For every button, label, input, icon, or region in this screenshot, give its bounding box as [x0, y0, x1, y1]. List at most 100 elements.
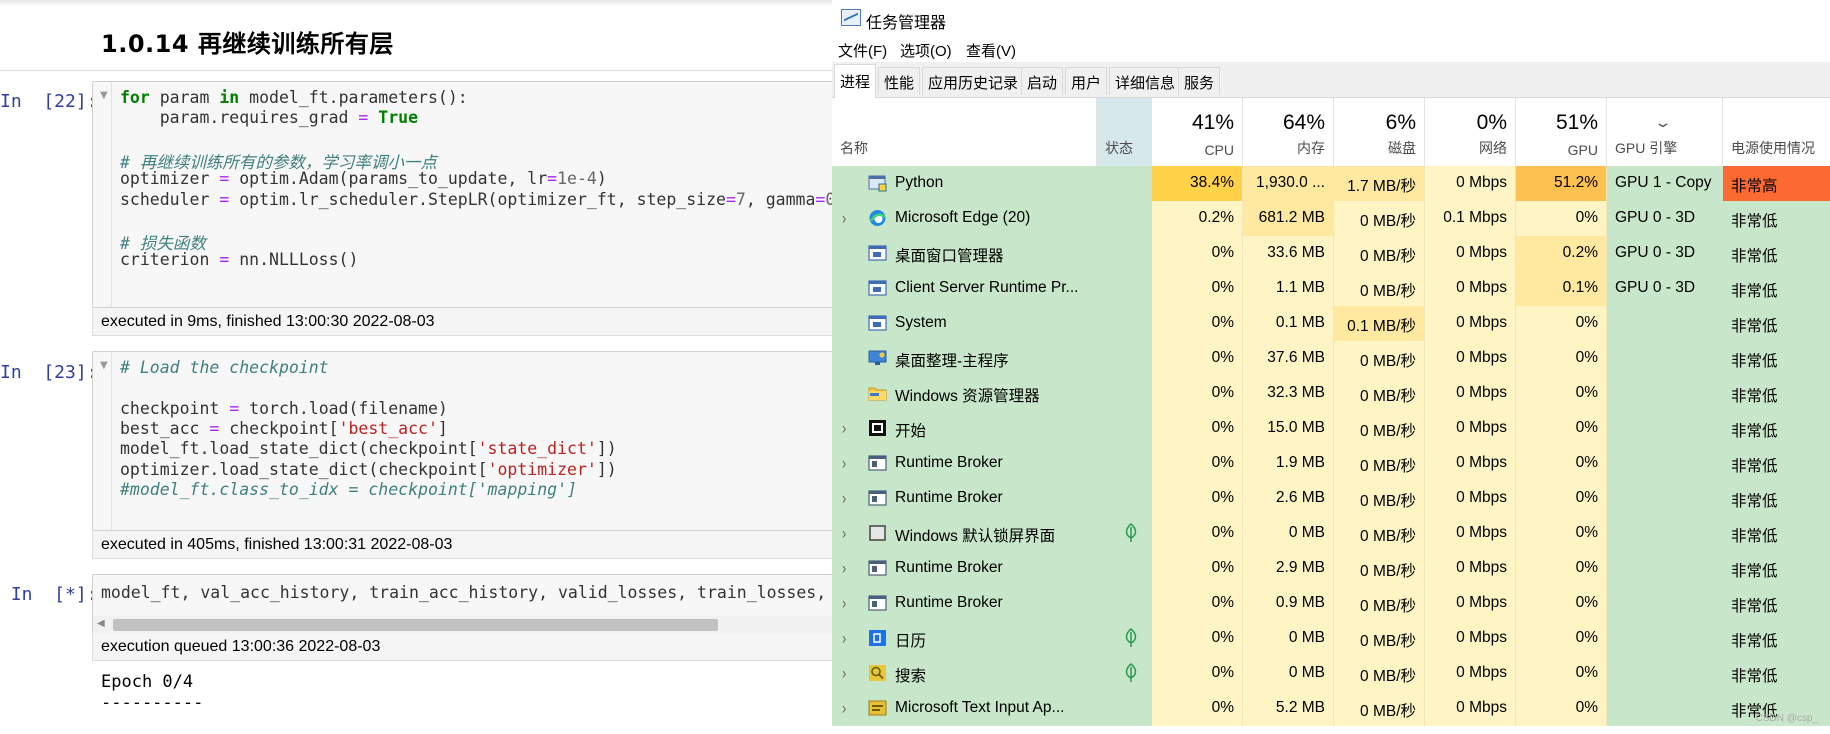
- column-status[interactable]: 状态: [1097, 98, 1152, 166]
- text-input-icon: [868, 699, 887, 717]
- process-row[interactable]: 桌面窗口管理器 0% 33.6 MB 0 MB/秒 0 Mbps 0.2% GPU 0 - …: [832, 236, 1830, 271]
- process-name-cell[interactable]: › Runtime Broker: [832, 551, 1152, 586]
- process-row[interactable]: Windows 资源管理器 0% 32.3 MB 0 MB/秒 0 Mbps 0% 非常低: [832, 376, 1830, 411]
- process-name-cell[interactable]: 桌面整理-主程序: [832, 341, 1152, 376]
- code-cell-input[interactable]: model_ft, val_acc_history, train_acc_his…: [92, 574, 832, 639]
- gpu-engine-cell: GPU 0 - 3D: [1607, 271, 1723, 306]
- tab-processes[interactable]: 进程: [834, 64, 877, 98]
- process-name-cell[interactable]: › Windows 默认锁屏界面: [832, 516, 1152, 551]
- process-name-cell[interactable]: › Runtime Broker: [832, 586, 1152, 621]
- expand-chevron-icon[interactable]: ›: [842, 453, 846, 473]
- tab-performance[interactable]: 性能: [878, 67, 921, 95]
- expand-chevron-icon[interactable]: ›: [842, 628, 846, 648]
- column-disk[interactable]: 6% 磁盘: [1334, 98, 1425, 166]
- expand-chevron-icon[interactable]: ›: [842, 663, 846, 683]
- code-cell-input[interactable]: ▼ # Load the checkpoint checkpoint = torc…: [92, 351, 832, 531]
- process-row[interactable]: › Runtime Broker 0% 2.6 MB 0 MB/秒 0 Mbps 0% 非常低: [832, 481, 1830, 516]
- gpu-cell: 51.2%: [1516, 166, 1607, 201]
- code-token: ]: [437, 418, 448, 438]
- menu-bar: 文件(F) 选项(O) 查看(V): [832, 36, 1830, 62]
- horizontal-scrollbar[interactable]: ◀: [93, 616, 832, 634]
- jupyter-notebook-pane: 1.0.14 再继续训练所有层 In [22]: ▼ for param in …: [0, 0, 832, 734]
- expand-chevron-icon[interactable]: ›: [842, 418, 846, 438]
- column-power[interactable]: 电源使用情况: [1723, 98, 1830, 166]
- process-name-cell[interactable]: Windows 资源管理器: [832, 376, 1152, 411]
- title-bar[interactable]: 任务管理器: [832, 0, 1830, 36]
- tab-details[interactable]: 详细信息: [1109, 67, 1182, 95]
- power-usage-cell: 非常低: [1723, 551, 1830, 586]
- process-name-cell[interactable]: › Microsoft Text Input Ap...: [832, 691, 1152, 726]
- cpu-cell: 0%: [1152, 411, 1243, 446]
- menu-file[interactable]: 文件(F): [838, 40, 887, 61]
- collapse-arrow-icon[interactable]: ▼: [100, 360, 108, 371]
- disk-cell: 0 MB/秒: [1334, 236, 1425, 271]
- code-editor[interactable]: # Load the checkpoint checkpoint = torch.…: [111, 352, 832, 530]
- tab-services[interactable]: 服务: [1178, 67, 1221, 95]
- expand-chevron-icon[interactable]: ›: [842, 523, 846, 543]
- column-name[interactable]: 名称: [832, 98, 1097, 166]
- process-name-cell[interactable]: System: [832, 306, 1152, 341]
- process-row[interactable]: › Microsoft Text Input Ap... 0% 5.2 MB 0 MB/…: [832, 691, 1830, 726]
- code-token: 0.1: [825, 190, 832, 209]
- cpu-cell: 0%: [1152, 621, 1243, 656]
- column-disk-label: 磁盘: [1388, 140, 1416, 156]
- expand-chevron-icon[interactable]: ›: [842, 698, 846, 718]
- process-row[interactable]: Client Server Runtime Pr... 0% 1.1 MB 0 MB/…: [832, 271, 1830, 306]
- process-name-cell[interactable]: 桌面窗口管理器: [832, 236, 1152, 271]
- cell-exec-status: executed in 9ms, finished 13:00:30 2022-…: [92, 308, 832, 336]
- code-token: model_ft.load_state_dict(checkpoint[: [120, 439, 478, 459]
- code-editor[interactable]: for param in model_ft.parameters(): para…: [111, 82, 832, 307]
- process-row[interactable]: › 搜索 0% 0 MB 0 MB/秒 0 Mbps 0% 非常低: [832, 656, 1830, 691]
- process-name-cell[interactable]: › 搜索: [832, 656, 1152, 691]
- process-row[interactable]: System 0% 0.1 MB 0.1 MB/秒 0 Mbps 0% 非常低: [832, 306, 1830, 341]
- process-row[interactable]: 桌面整理-主程序 0% 37.6 MB 0 MB/秒 0 Mbps 0% 非常低: [832, 341, 1830, 376]
- tab-users[interactable]: 用户: [1065, 67, 1108, 95]
- lockscreen-icon: [868, 524, 887, 542]
- column-gpu-engine[interactable]: ⌄ GPU 引擎: [1607, 98, 1723, 166]
- column-memory[interactable]: 64% 内存: [1243, 98, 1334, 166]
- process-name-cell[interactable]: › Runtime Broker: [832, 446, 1152, 481]
- process-row[interactable]: › 开始 0% 15.0 MB 0 MB/秒 0 Mbps 0% 非常低: [832, 411, 1830, 446]
- code-token: optim.lr_scheduler.StepLR(optimizer_ft, …: [229, 189, 726, 209]
- network-cell: 0 Mbps: [1425, 656, 1516, 691]
- process-name-cell[interactable]: Python: [832, 166, 1152, 201]
- power-usage-cell: 非常低: [1723, 306, 1830, 341]
- scroll-left-icon[interactable]: ◀: [97, 618, 105, 629]
- expand-chevron-icon[interactable]: ›: [842, 208, 846, 228]
- task-manager-window: 任务管理器 文件(F) 选项(O) 查看(V) 进程 性能 应用历史记录 启动 …: [832, 0, 1830, 734]
- scrollbar-thumb[interactable]: [113, 619, 718, 631]
- network-cell: 0 Mbps: [1425, 411, 1516, 446]
- process-row[interactable]: › Runtime Broker 0% 2.9 MB 0 MB/秒 0 Mbps 0% 非常低: [832, 551, 1830, 586]
- process-row[interactable]: Python 38.4% 1,930.0 ... 1.7 MB/秒 0 Mbps 51.2…: [832, 166, 1830, 201]
- disk-total: 6%: [1385, 111, 1416, 134]
- menu-view[interactable]: 查看(V): [966, 40, 1016, 61]
- process-name-cell[interactable]: › 开始: [832, 411, 1152, 446]
- process-row[interactable]: › 日历 0% 0 MB 0 MB/秒 0 Mbps 0% 非常低: [832, 621, 1830, 656]
- column-cpu[interactable]: 41% CPU: [1152, 98, 1243, 166]
- menu-options[interactable]: 选项(O): [900, 40, 952, 61]
- process-row[interactable]: › Runtime Broker 0% 0.9 MB 0 MB/秒 0 Mbps 0% 非常低: [832, 586, 1830, 621]
- process-name-cell[interactable]: Client Server Runtime Pr...: [832, 271, 1152, 306]
- column-power-label: 电源使用情况: [1731, 140, 1815, 156]
- tab-app-history[interactable]: 应用历史记录: [922, 67, 1025, 95]
- process-name-cell[interactable]: › Microsoft Edge (20): [832, 201, 1152, 236]
- expand-chevron-icon[interactable]: ›: [842, 488, 846, 508]
- collapse-arrow-icon[interactable]: ▼: [100, 90, 108, 101]
- gpu-engine-cell: [1607, 586, 1723, 621]
- section-title: 1.0.14 再继续训练所有层: [101, 30, 394, 58]
- process-name-cell[interactable]: › 日历: [832, 621, 1152, 656]
- column-network[interactable]: 0% 网络: [1425, 98, 1516, 166]
- tab-startup[interactable]: 启动: [1021, 67, 1064, 95]
- process-name-cell[interactable]: › Runtime Broker: [832, 481, 1152, 516]
- process-row[interactable]: › Runtime Broker 0% 1.9 MB 0 MB/秒 0 Mbps 0% 非常低: [832, 446, 1830, 481]
- code-token: 'state_dict': [477, 439, 597, 459]
- process-row[interactable]: › Microsoft Edge (20) 0.2% 681.2 MB 0 MB/秒 0.…: [832, 201, 1830, 236]
- column-gpu-engine-label: GPU 引擎: [1615, 140, 1678, 156]
- process-row[interactable]: › Windows 默认锁屏界面 0% 0 MB 0 MB/秒 0 Mbps 0% 非常低: [832, 516, 1830, 551]
- expand-chevron-icon[interactable]: ›: [842, 558, 846, 578]
- expand-chevron-icon[interactable]: ›: [842, 593, 846, 613]
- code-cell-input[interactable]: ▼ for param in model_ft.parameters(): pa…: [92, 81, 832, 308]
- column-gpu[interactable]: 51% GPU: [1516, 98, 1607, 166]
- gpu-total: 51%: [1555, 111, 1598, 134]
- code-token: model_ft.parameters():: [239, 88, 468, 107]
